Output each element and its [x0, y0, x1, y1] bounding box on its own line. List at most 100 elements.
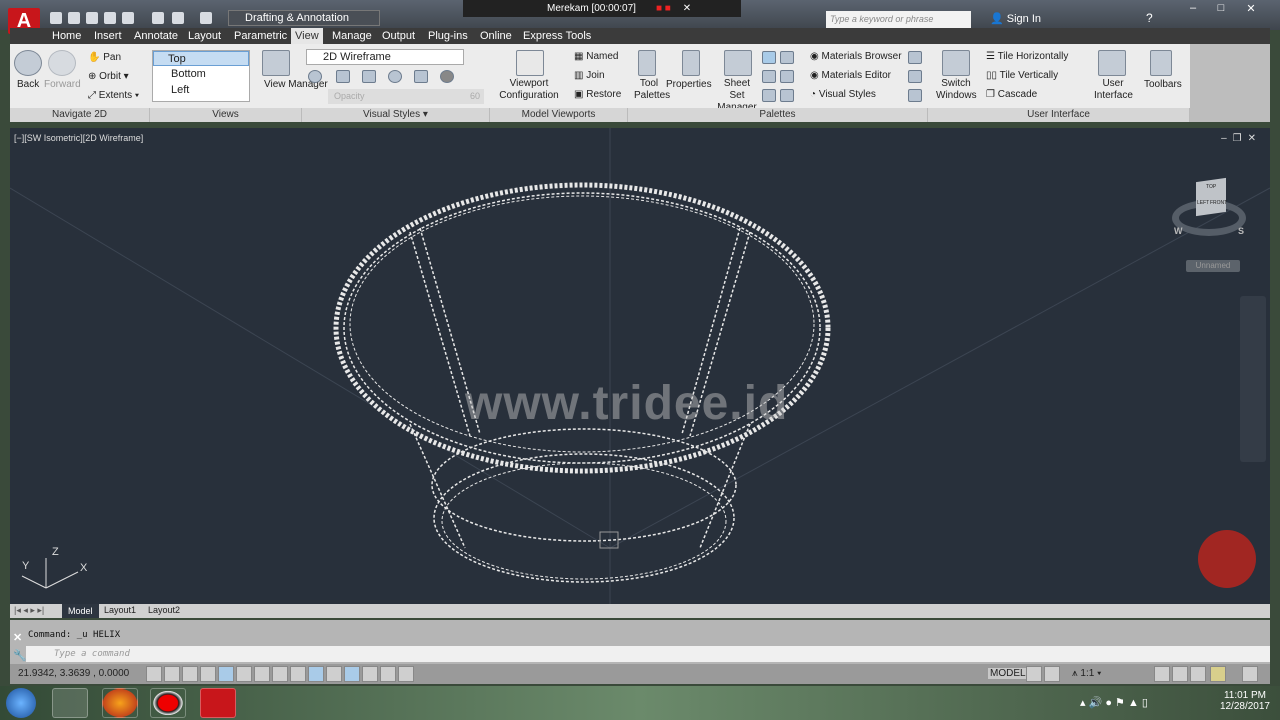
annotation-monitor-toggle[interactable]: [398, 666, 414, 682]
join-button[interactable]: ▥ Join: [574, 70, 605, 81]
minimize-button[interactable]: –: [1180, 2, 1206, 18]
start-button[interactable]: [6, 688, 36, 718]
named-button[interactable]: ▦ Named: [574, 51, 618, 62]
quick-view-layouts-button[interactable]: [1026, 666, 1042, 682]
views-list[interactable]: Top Bottom Left: [152, 50, 250, 102]
opacity-slider[interactable]: Opacity 60: [328, 89, 484, 104]
otrack-toggle[interactable]: [272, 666, 288, 682]
system-tray-icons[interactable]: ▴ 🔊 ● ⚑ ▲ ▯: [1080, 696, 1148, 709]
calculator-icon[interactable]: [780, 70, 794, 83]
save-as-icon[interactable]: [104, 12, 116, 24]
search-input[interactable]: Type a keyword or phrase: [826, 11, 971, 28]
markup-icon[interactable]: [762, 70, 776, 83]
compass-s[interactable]: S: [1238, 226, 1244, 236]
tab-home[interactable]: Home: [52, 30, 81, 42]
ortho-toggle[interactable]: [200, 666, 216, 682]
transparency-toggle[interactable]: [344, 666, 360, 682]
sheet-set-icon[interactable]: [724, 50, 752, 76]
ucs-dropdown[interactable]: Unnamed: [1186, 260, 1240, 272]
help-icon[interactable]: ?: [1146, 11, 1153, 25]
lighting-icon[interactable]: [388, 70, 402, 83]
tab-layout1[interactable]: Layout1: [104, 605, 136, 615]
dyn-toggle[interactable]: [308, 666, 324, 682]
tab-manage[interactable]: Manage: [332, 30, 372, 42]
layer-properties-icon[interactable]: [780, 89, 794, 102]
orbit-button[interactable]: ⊕ Orbit ▾: [88, 71, 129, 82]
advanced-render-icon[interactable]: [908, 70, 922, 83]
selection-cycling-toggle[interactable]: [380, 666, 396, 682]
publish-icon[interactable]: [122, 12, 134, 24]
tab-express-tools[interactable]: Express Tools: [523, 30, 591, 42]
polar-toggle[interactable]: [218, 666, 234, 682]
clock[interactable]: 11:01 PM 12/28/2017: [1220, 690, 1270, 712]
osnap-toggle[interactable]: [236, 666, 252, 682]
tab-layout[interactable]: Layout: [188, 30, 221, 42]
customize-wrench-icon[interactable]: 🔧: [13, 649, 27, 662]
isolate-objects-icon[interactable]: [1210, 666, 1226, 682]
stop-record-icon[interactable]: ■ ■: [656, 3, 671, 14]
command-line-icon[interactable]: [762, 51, 776, 64]
tab-insert[interactable]: Insert: [94, 30, 122, 42]
viewport-config-icon[interactable]: [516, 50, 544, 76]
materials-editor-button[interactable]: ◉ Materials Editor: [810, 70, 891, 81]
tab-plug-ins[interactable]: Plug-ins: [428, 30, 468, 42]
tab-annotate[interactable]: Annotate: [134, 30, 178, 42]
tab-model[interactable]: Model: [62, 604, 99, 618]
shadows-icon[interactable]: [362, 70, 376, 83]
firefox-taskbar-icon[interactable]: [102, 688, 138, 718]
open-icon[interactable]: [68, 12, 80, 24]
material-icon[interactable]: [440, 70, 454, 83]
workspace-dropdown[interactable]: Drafting & Annotation: [228, 10, 380, 26]
close-recorder-icon[interactable]: ✕: [683, 3, 691, 14]
design-center-icon[interactable]: [780, 51, 794, 64]
quick-properties-toggle[interactable]: [362, 666, 378, 682]
redo-icon[interactable]: [200, 12, 212, 24]
snap-toggle[interactable]: [164, 666, 180, 682]
sun-properties-icon[interactable]: [908, 89, 922, 102]
cascade-button[interactable]: ❐ Cascade: [986, 89, 1037, 100]
annotation-scale[interactable]: ⩚ 1:1 ▾: [1072, 668, 1101, 679]
toolbars-button[interactable]: Toolbars: [1144, 79, 1182, 90]
recorder-taskbar-icon[interactable]: [150, 688, 186, 718]
viewcube[interactable]: TOP LEFT FRONT W S: [1172, 177, 1246, 244]
lights-icon[interactable]: [908, 51, 922, 64]
drawing-viewport[interactable]: [−][SW Isometric][2D Wireframe] –❐✕ Z X …: [10, 128, 1270, 604]
undo-icon[interactable]: [172, 12, 184, 24]
tab-output[interactable]: Output: [382, 30, 415, 42]
properties-button[interactable]: Properties: [666, 79, 712, 90]
user-interface-icon[interactable]: [1098, 50, 1126, 76]
grid-toggle[interactable]: [182, 666, 198, 682]
workspace-switching-icon[interactable]: [1154, 666, 1170, 682]
visual-style-dropdown[interactable]: 2D Wireframe: [306, 49, 464, 65]
close-command-icon[interactable]: ✕: [13, 631, 22, 644]
infer-constraints-toggle[interactable]: [146, 666, 162, 682]
compass-w[interactable]: W: [1174, 226, 1183, 236]
extents-button[interactable]: ⤢ Extents ▾: [88, 90, 139, 101]
forward-button[interactable]: Forward: [44, 79, 81, 90]
forward-icon[interactable]: [48, 50, 76, 76]
lineweight-toggle[interactable]: [326, 666, 342, 682]
tab-online[interactable]: Online: [480, 30, 512, 42]
quick-view-drawings-button[interactable]: [1044, 666, 1060, 682]
edge-icon[interactable]: [336, 70, 350, 83]
clean-screen-icon[interactable]: [1242, 666, 1258, 682]
navigation-bar[interactable]: [1240, 296, 1266, 462]
lock-icon[interactable]: [1172, 666, 1188, 682]
view-left[interactable]: Left: [153, 82, 249, 98]
new-icon[interactable]: [50, 12, 62, 24]
print-icon[interactable]: [152, 12, 164, 24]
materials-browser-button[interactable]: ◉ Materials Browser: [810, 51, 902, 62]
back-icon[interactable]: [14, 50, 42, 76]
explorer-taskbar-icon[interactable]: [52, 688, 88, 718]
back-button[interactable]: Back: [17, 79, 39, 90]
hardware-acceleration-icon[interactable]: [1190, 666, 1206, 682]
tab-view[interactable]: View: [291, 28, 323, 44]
close-button[interactable]: ✕: [1238, 2, 1264, 18]
tab-layout2[interactable]: Layout2: [148, 605, 180, 615]
command-input[interactable]: Type a command: [26, 646, 1270, 662]
viewcube-left[interactable]: LEFT: [1197, 200, 1209, 206]
visual-styles-palette-button[interactable]: ◔ Visual Styles: [810, 89, 876, 100]
sign-in-button[interactable]: 👤 Sign In: [990, 12, 1041, 25]
switch-windows-icon[interactable]: [942, 50, 970, 76]
face-style-icon[interactable]: [414, 70, 428, 83]
